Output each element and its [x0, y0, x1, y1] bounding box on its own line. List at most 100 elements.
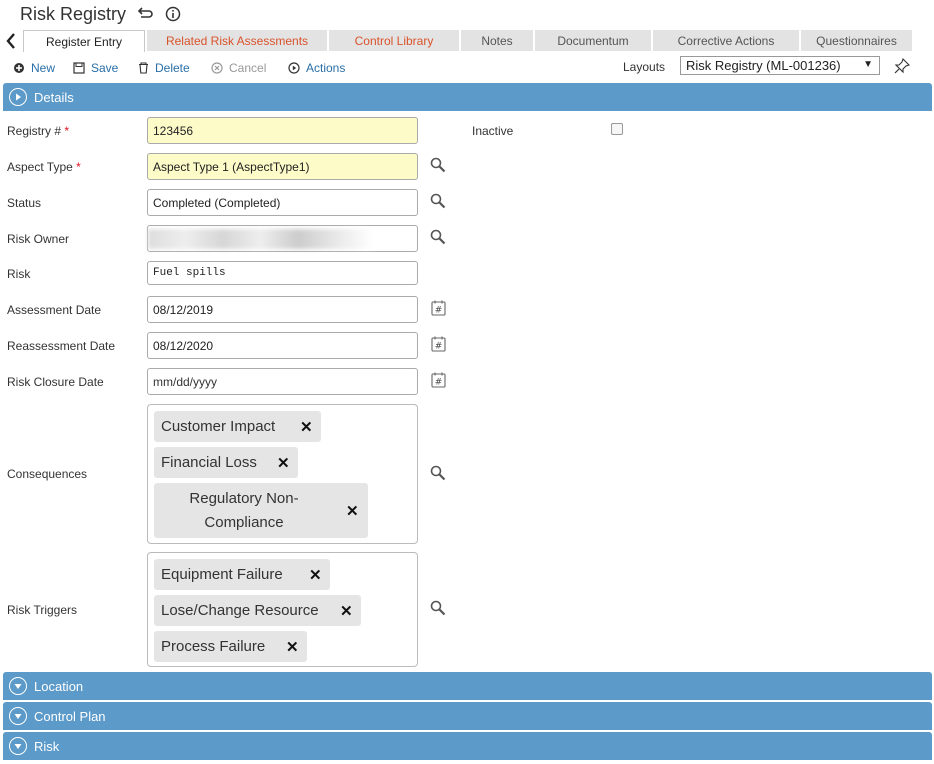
toolbar: New Save Delete Cancel Actions Layouts R… — [0, 56, 934, 80]
status-input[interactable]: Completed (Completed) — [147, 189, 418, 216]
chip-label: Equipment Failure — [161, 565, 283, 583]
layout-select[interactable]: Risk Registry (ML-001236) ▼ — [680, 56, 880, 75]
required-mark: * — [76, 160, 81, 174]
new-button[interactable]: New — [13, 60, 55, 76]
calendar-icon[interactable]: # — [431, 372, 446, 388]
consequences-multiselect[interactable]: Customer Impact ✕ Financial Loss ✕ Regul… — [147, 404, 418, 544]
chip-financial-loss: Financial Loss ✕ — [154, 447, 298, 478]
tab-notes[interactable]: Notes — [461, 30, 533, 51]
aspect-type-label-text: Aspect Type — [7, 160, 73, 174]
cancel-circle-icon — [211, 62, 223, 74]
tab-related-risk-assessments[interactable]: Related Risk Assessments — [147, 30, 327, 51]
risk-triggers-search-icon[interactable] — [430, 600, 446, 616]
assessment-date-input[interactable]: 08/12/2019 — [147, 296, 418, 323]
layout-selected-value: Risk Registry (ML-001236) — [686, 58, 841, 73]
save-button[interactable]: Save — [73, 60, 118, 76]
tab-bar: Register Entry Related Risk Assessments … — [0, 30, 934, 52]
redacted-value — [148, 229, 373, 249]
chip-equipment-failure: Equipment Failure ✕ — [154, 559, 330, 590]
chip-label: Lose/Change Resource — [161, 601, 319, 619]
cancel-button[interactable]: Cancel — [211, 60, 266, 76]
details-title: Details — [34, 89, 74, 105]
chip-label: Process Failure — [161, 637, 266, 655]
remove-chip-icon[interactable]: ✕ — [346, 502, 359, 520]
expand-icon — [9, 707, 27, 725]
control-plan-title: Control Plan — [34, 708, 106, 724]
tab-corrective-actions[interactable]: Corrective Actions — [653, 30, 799, 51]
risk-closure-date-input[interactable]: mm/dd/yyyy — [147, 368, 418, 395]
info-icon[interactable] — [164, 5, 182, 23]
svg-text:#: # — [435, 378, 443, 388]
plus-circle-icon — [13, 62, 25, 74]
cancel-label: Cancel — [229, 61, 267, 75]
inactive-label: Inactive — [472, 124, 514, 138]
collapse-icon — [9, 88, 27, 106]
aspect-type-search-icon[interactable] — [430, 157, 446, 173]
details-section-header[interactable]: Details — [3, 83, 932, 111]
chip-regulatory-non-compliance: Regulatory Non-Compliance ✕ — [154, 483, 368, 538]
risk-triggers-multiselect[interactable]: Equipment Failure ✕ Lose/Change Resource… — [147, 552, 418, 667]
assessment-date-label: Assessment Date — [7, 303, 102, 317]
aspect-type-input[interactable]: Aspect Type 1 (AspectType1) — [147, 153, 418, 180]
registry-label: Registry # * — [7, 124, 69, 138]
chip-label: Regulatory Non-Compliance — [189, 489, 299, 531]
remove-chip-icon[interactable]: ✕ — [309, 566, 322, 584]
status-search-icon[interactable] — [430, 193, 446, 209]
risk-title: Risk — [34, 738, 60, 754]
risk-owner-label: Risk Owner — [7, 232, 70, 246]
calendar-icon[interactable]: # — [431, 336, 446, 352]
delete-button[interactable]: Delete — [137, 60, 190, 76]
remove-chip-icon[interactable]: ✕ — [277, 454, 290, 472]
return-icon[interactable] — [136, 5, 154, 23]
tab-questionnaires[interactable]: Questionnaires — [801, 30, 912, 51]
dropdown-caret-icon: ▼ — [863, 59, 873, 70]
risk-triggers-label: Risk Triggers — [7, 603, 78, 617]
chip-label: Financial Loss — [161, 453, 257, 471]
remove-chip-icon[interactable]: ✕ — [300, 418, 313, 436]
expand-icon — [9, 677, 27, 695]
inactive-checkbox[interactable] — [611, 123, 623, 135]
play-circle-icon — [288, 62, 300, 74]
registry-label-text: Registry # — [7, 124, 62, 138]
chip-process-failure: Process Failure ✕ — [154, 631, 307, 662]
registry-input[interactable]: 123456 — [147, 117, 418, 144]
risk-label: Risk — [7, 267, 31, 281]
risk-section-header[interactable]: Risk — [3, 732, 932, 760]
page-title: Risk Registry — [20, 3, 127, 24]
save-label: Save — [91, 61, 119, 75]
svg-text:#: # — [435, 342, 443, 352]
aspect-type-label: Aspect Type * — [7, 160, 81, 174]
actions-button[interactable]: Actions — [288, 60, 345, 76]
new-label: New — [31, 61, 56, 75]
reassessment-date-input[interactable]: 08/12/2020 — [147, 332, 418, 359]
status-label: Status — [7, 196, 42, 210]
actions-label: Actions — [306, 61, 346, 75]
chip-lose-change-resource: Lose/Change Resource ✕ — [154, 595, 361, 626]
reassessment-date-label: Reassessment Date — [7, 339, 116, 353]
pin-icon[interactable] — [893, 56, 911, 76]
location-section-header[interactable]: Location — [3, 672, 932, 700]
expand-icon — [9, 737, 27, 755]
remove-chip-icon[interactable]: ✕ — [286, 638, 299, 656]
layouts-label: Layouts — [623, 60, 666, 74]
back-arrow-icon[interactable] — [2, 31, 20, 51]
tab-documentum[interactable]: Documentum — [535, 30, 651, 51]
tab-control-library[interactable]: Control Library — [329, 30, 459, 51]
tab-register-entry[interactable]: Register Entry — [23, 30, 145, 52]
chip-customer-impact: Customer Impact ✕ — [154, 411, 321, 442]
risk-textarea[interactable]: Fuel spills — [147, 261, 418, 285]
delete-label: Delete — [155, 61, 190, 75]
svg-text:#: # — [435, 306, 443, 316]
chip-label: Customer Impact — [161, 417, 276, 435]
control-plan-section-header[interactable]: Control Plan — [3, 702, 932, 730]
risk-owner-search-icon[interactable] — [430, 229, 446, 245]
consequences-label: Consequences — [7, 467, 88, 481]
remove-chip-icon[interactable]: ✕ — [340, 602, 353, 620]
trash-icon — [137, 62, 149, 74]
calendar-icon[interactable]: # — [431, 300, 446, 316]
title-row: Risk Registry — [20, 2, 182, 26]
risk-owner-input[interactable] — [147, 225, 418, 252]
risk-closure-date-label: Risk Closure Date — [7, 375, 104, 389]
consequences-search-icon[interactable] — [430, 465, 446, 481]
location-title: Location — [34, 678, 84, 694]
